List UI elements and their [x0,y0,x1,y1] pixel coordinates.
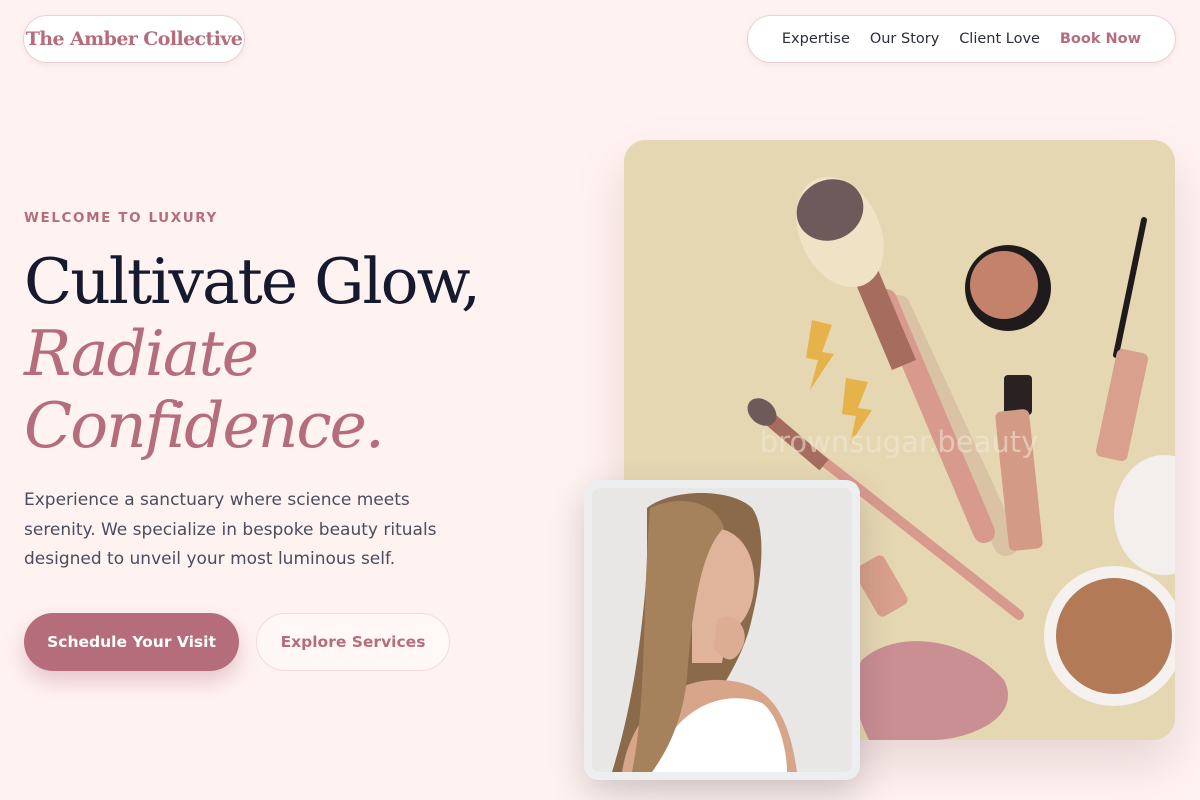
explore-services-button[interactable]: Explore Services [256,613,450,671]
product-image-watermark: brownsugar.beauty [760,425,1039,459]
hero-title-line2: Radiate [24,317,259,390]
brand-logo[interactable]: The Amber Collective [24,16,244,62]
hero-title-line1: Cultivate Glow, [24,245,481,318]
hero-title: Cultivate Glow, Radiate Confidence. [24,245,481,462]
brand-name: The Amber Collective [25,28,243,50]
nav-item-expertise[interactable]: Expertise [782,31,850,47]
portrait-photo-card [584,480,860,780]
nav-item-our-story[interactable]: Our Story [870,31,939,47]
hero-description: Experience a sanctuary where science mee… [24,490,437,569]
schedule-visit-button[interactable]: Schedule Your Visit [24,613,239,671]
portrait-image [592,488,852,772]
hero-eyebrow: WELCOME TO LUXURY [24,210,218,226]
nav-item-client-love[interactable]: Client Love [959,31,1040,47]
top-navigation: Expertise Our Story Client Love Book Now [748,16,1175,62]
hero-title-line3: Confidence. [24,389,385,462]
nav-item-book-now[interactable]: Book Now [1060,31,1141,47]
cream-compact-icon [965,245,1051,331]
